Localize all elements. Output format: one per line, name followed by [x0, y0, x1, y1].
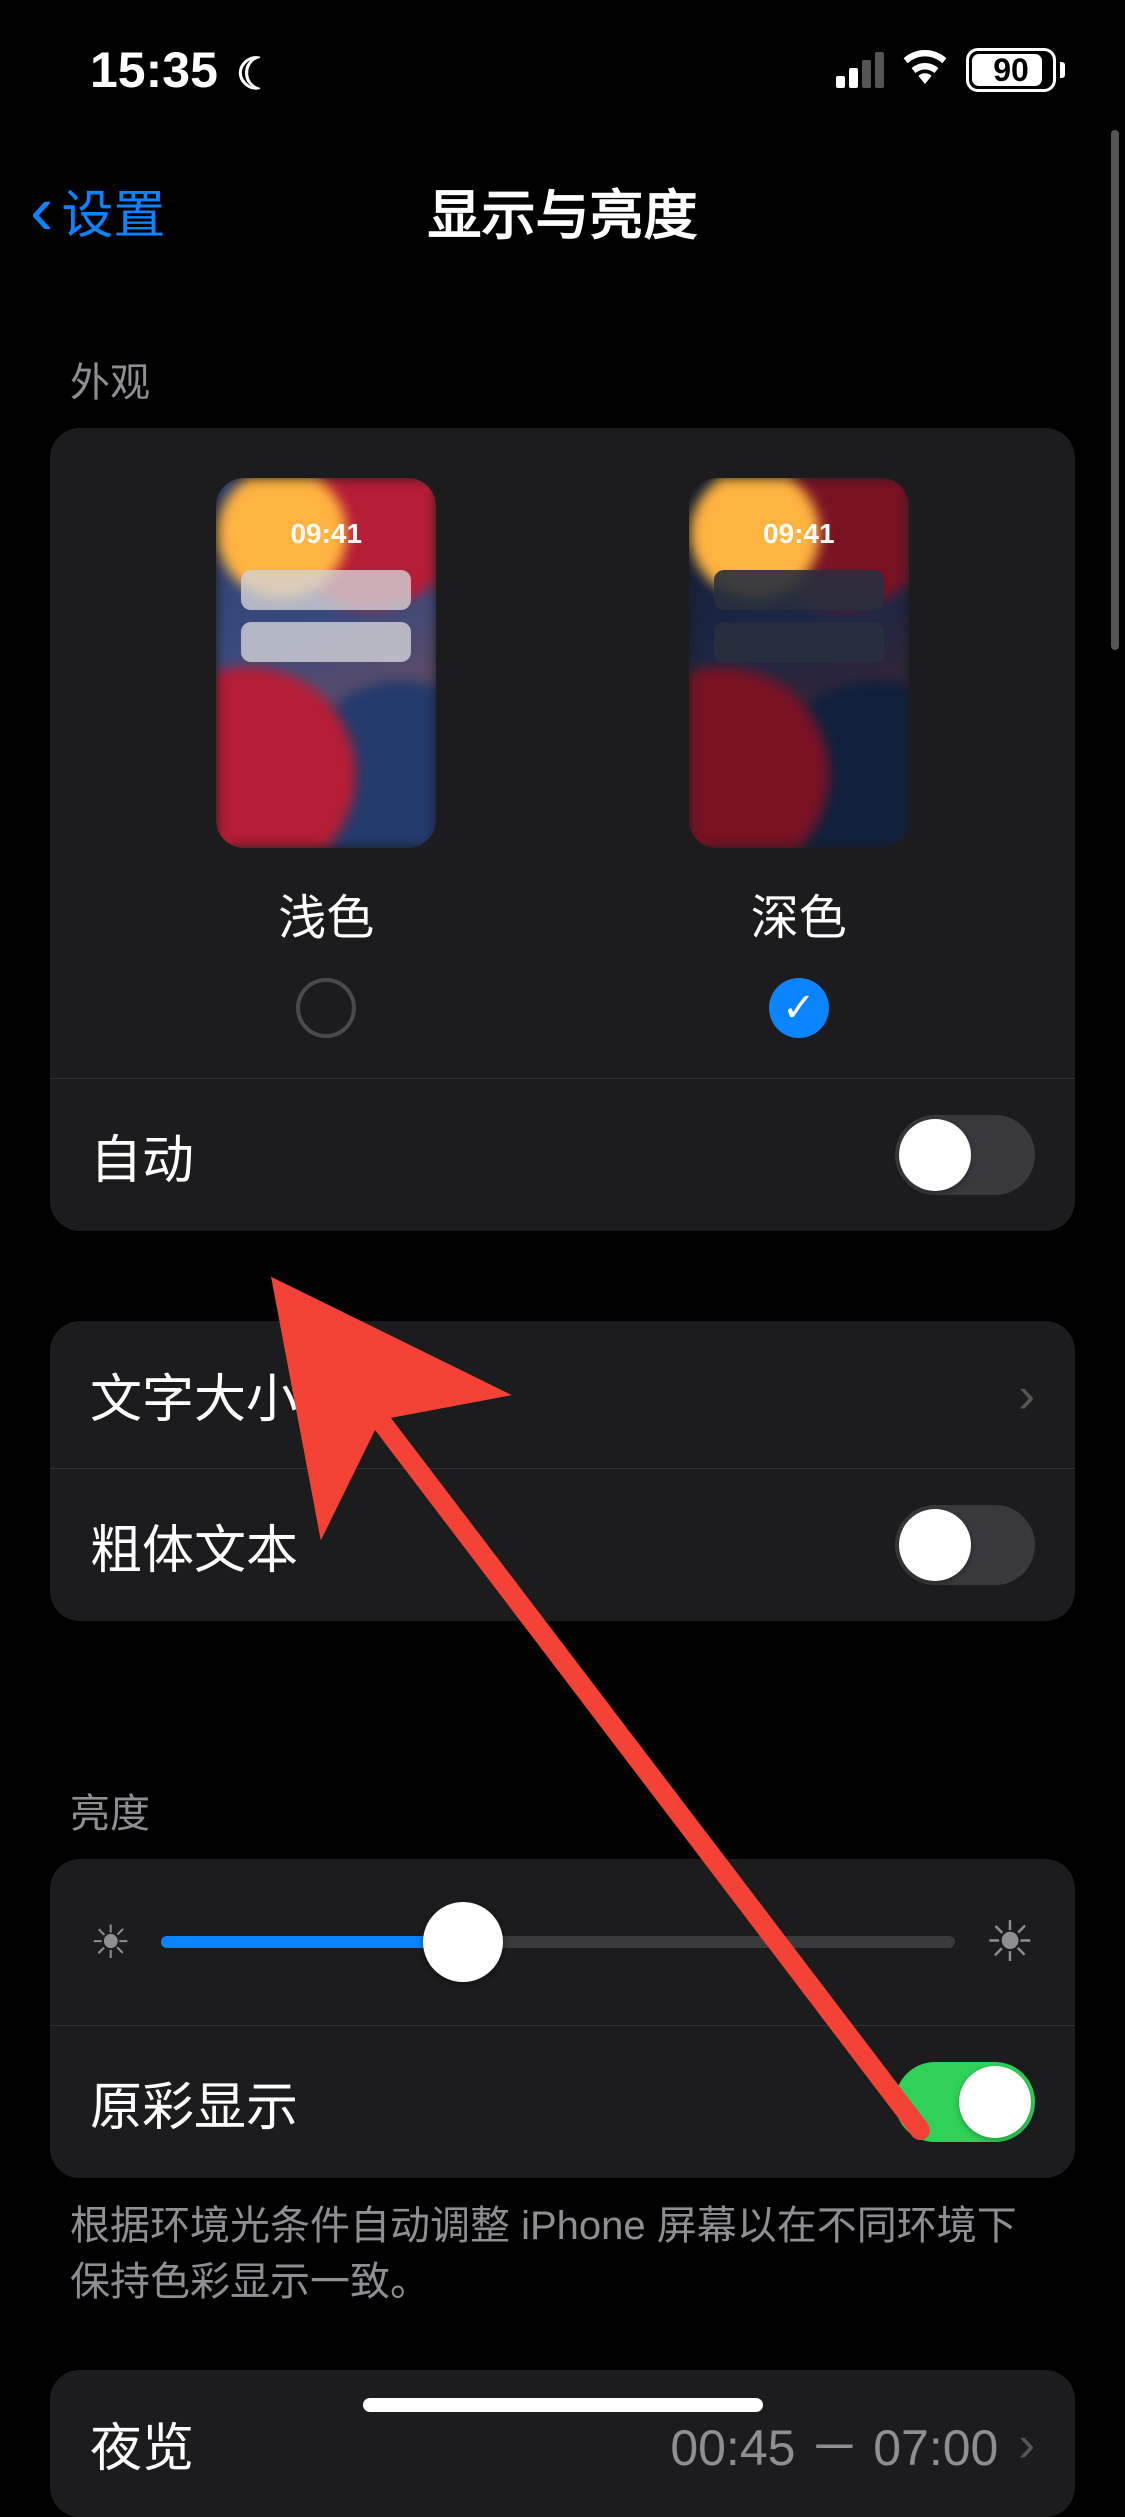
section-header-brightness: 亮度	[50, 1711, 1075, 1859]
appearance-label-dark: 深色	[751, 878, 847, 948]
cell-text-size[interactable]: 文字大小 ›	[50, 1321, 1075, 1468]
cell-bold-text[interactable]: 粗体文本	[50, 1468, 1075, 1621]
section-header-appearance: 外观	[50, 280, 1075, 428]
cell-true-tone[interactable]: 原彩显示	[50, 2025, 1075, 2178]
preview-light: 09:41	[216, 478, 436, 848]
group-appearance: 09:41 浅色 09:41 深色	[50, 428, 1075, 1231]
cellular-signal-icon	[836, 52, 884, 88]
status-time: 15:35	[90, 41, 218, 99]
appearance-row: 09:41 浅色 09:41 深色	[50, 428, 1075, 1078]
group-brightness: ☀︎ ☀︎ 原彩显示	[50, 1859, 1075, 2178]
night-shift-schedule: 00:45 － 07:00	[670, 2408, 998, 2480]
cell-night-shift[interactable]: 夜览 00:45 － 07:00 ›	[50, 2370, 1075, 2517]
brightness-slider[interactable]	[161, 1936, 955, 1948]
radio-dark[interactable]: ✓	[769, 978, 829, 1038]
page-title: 显示与亮度	[0, 171, 1125, 250]
home-indicator[interactable]	[363, 2398, 763, 2412]
scroll-indicator[interactable]	[1111, 130, 1119, 650]
wifi-icon	[902, 46, 948, 94]
true-tone-label: 原彩显示	[90, 2065, 298, 2140]
appearance-option-dark[interactable]: 09:41 深色 ✓	[610, 478, 988, 1038]
battery-icon: 90	[966, 48, 1065, 92]
cell-auto-appearance[interactable]: 自动	[50, 1078, 1075, 1231]
preview-time-dark: 09:41	[763, 518, 835, 550]
switch-bold-text[interactable]	[895, 1505, 1035, 1585]
sun-large-icon: ☀︎	[985, 1909, 1035, 1975]
switch-true-tone[interactable]	[895, 2062, 1035, 2142]
battery-percent: 90	[969, 52, 1053, 89]
bold-text-label: 粗体文本	[90, 1508, 298, 1583]
status-left: 15:35 ☾	[90, 41, 275, 99]
nav-bar: ‹ 设置 显示与亮度	[0, 140, 1125, 280]
chevron-right-icon: ›	[1018, 1366, 1035, 1424]
night-shift-label: 夜览	[90, 2406, 194, 2481]
group-night-shift: 夜览 00:45 － 07:00 ›	[50, 2370, 1075, 2517]
radio-light[interactable]	[296, 978, 356, 1038]
moon-icon: ☾	[236, 49, 275, 100]
true-tone-footer: 根据环境光条件自动调整 iPhone 屏幕以在不同环境下保持色彩显示一致。	[50, 2178, 1075, 2310]
group-text: 文字大小 › 粗体文本	[50, 1321, 1075, 1621]
chevron-right-icon: ›	[1018, 2415, 1035, 2473]
cell-brightness-slider: ☀︎ ☀︎	[50, 1859, 1075, 2025]
switch-auto-appearance[interactable]	[895, 1115, 1035, 1195]
auto-appearance-label: 自动	[90, 1118, 194, 1193]
sun-small-icon: ☀︎	[90, 1915, 131, 1969]
status-right: 90	[836, 46, 1065, 94]
appearance-label-light: 浅色	[278, 878, 374, 948]
text-size-label: 文字大小	[90, 1357, 298, 1432]
status-bar: 15:35 ☾ 90	[0, 0, 1125, 140]
content: 外观 09:41 浅色 09:41	[0, 280, 1125, 2517]
preview-time-light: 09:41	[290, 518, 362, 550]
preview-dark: 09:41	[689, 478, 909, 848]
appearance-option-light[interactable]: 09:41 浅色	[137, 478, 515, 1038]
